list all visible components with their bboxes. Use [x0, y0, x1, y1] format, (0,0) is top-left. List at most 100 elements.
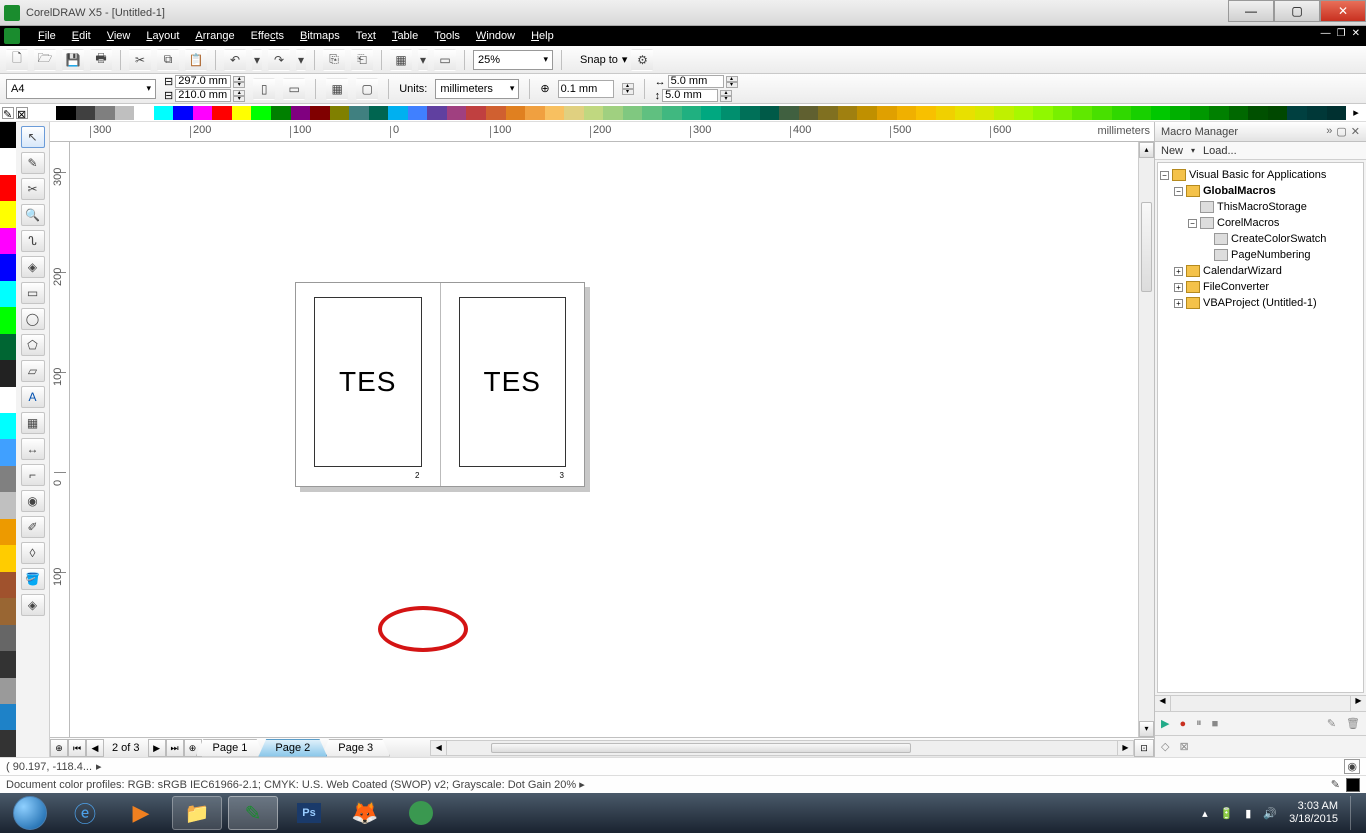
show-desktop-button[interactable] — [1350, 796, 1358, 830]
color-swatch[interactable] — [466, 106, 486, 120]
interactive-fill-tool[interactable]: ◈ — [21, 594, 45, 616]
connector-tool[interactable]: ⌐ — [21, 464, 45, 486]
menu-window[interactable]: Window — [468, 26, 523, 46]
redo-dropdown[interactable]: ▾ — [296, 49, 306, 71]
outline-tool[interactable]: ◊ — [21, 542, 45, 564]
doc-color-swatch[interactable] — [0, 466, 16, 492]
page-tab-2[interactable]: Page 2 — [258, 739, 327, 757]
color-swatch[interactable] — [760, 106, 780, 120]
tree-global-macros[interactable]: GlobalMacros — [1203, 183, 1276, 199]
color-swatch[interactable] — [1151, 106, 1171, 120]
start-button[interactable] — [6, 796, 54, 830]
last-page-button[interactable]: ⏭ — [166, 739, 184, 757]
ie-taskbar-icon[interactable]: ⓔ — [60, 796, 110, 830]
color-swatch[interactable] — [857, 106, 877, 120]
tree-vba-project[interactable]: VBAProject (Untitled-1) — [1203, 295, 1317, 311]
navigator-button[interactable]: ⊡ — [1134, 739, 1154, 757]
menu-file[interactable]: File — [30, 26, 64, 46]
cut-button[interactable]: ✂ — [129, 49, 151, 71]
color-swatch[interactable] — [1327, 106, 1347, 120]
paste-button[interactable]: 📋 — [185, 49, 207, 71]
page-tab-1[interactable]: Page 1 — [196, 739, 265, 757]
table-tool[interactable]: ▦ — [21, 412, 45, 434]
color-swatch[interactable] — [545, 106, 565, 120]
color-swatch[interactable] — [799, 106, 819, 120]
new-button[interactable]: 🗋 — [6, 49, 28, 71]
portrait-button[interactable]: ▯ — [253, 78, 275, 100]
color-swatch[interactable] — [173, 106, 193, 120]
scroll-right-icon[interactable]: ▶ — [1350, 696, 1366, 711]
zoom-combo[interactable]: 25%▾ — [473, 50, 553, 70]
zoom-tool[interactable]: 🔍 — [21, 204, 45, 226]
app-icon-small[interactable] — [4, 28, 20, 44]
menu-tools[interactable]: Tools — [426, 26, 468, 46]
macro-tree[interactable]: −Visual Basic for Applications −GlobalMa… — [1157, 162, 1364, 693]
color-swatch[interactable] — [1072, 106, 1092, 120]
color-swatch[interactable] — [330, 106, 350, 120]
doc-color-swatch[interactable] — [0, 387, 16, 413]
page-height-input[interactable]: 210.0 mm — [175, 89, 231, 102]
all-pages-button[interactable]: ▦ — [326, 78, 348, 100]
first-page-button[interactable]: ⏮ — [68, 739, 86, 757]
paper-size-combo[interactable]: A4▾ — [6, 79, 156, 99]
tray-expand-icon[interactable]: ▴ — [1202, 807, 1208, 820]
doc-color-swatch[interactable] — [0, 439, 16, 465]
expand-icon[interactable]: + — [1174, 299, 1183, 308]
minimize-button[interactable]: — — [1228, 0, 1274, 22]
color-swatch[interactable] — [369, 106, 389, 120]
scroll-left-icon[interactable]: ◀ — [1155, 696, 1171, 711]
doc-color-swatch[interactable] — [0, 678, 16, 704]
text-tool[interactable]: A — [21, 386, 45, 408]
color-swatch[interactable] — [408, 106, 428, 120]
doc-color-swatch[interactable] — [0, 307, 16, 333]
color-swatch[interactable] — [662, 106, 682, 120]
copy-button[interactable]: ⧉ — [157, 49, 179, 71]
color-swatch[interactable] — [232, 106, 252, 120]
doc-color-swatch[interactable] — [0, 625, 16, 651]
color-swatch[interactable] — [584, 106, 604, 120]
undo-button[interactable]: ↶ — [224, 49, 246, 71]
app-launcher-button[interactable]: ▦ — [390, 49, 412, 71]
color-swatch[interactable] — [779, 106, 799, 120]
print-button[interactable]: 🖶 — [90, 49, 112, 71]
coreldraw-taskbar-icon[interactable]: ✎ — [228, 796, 278, 830]
app-launcher-dropdown[interactable]: ▾ — [418, 49, 428, 71]
color-swatch[interactable] — [193, 106, 213, 120]
color-swatch[interactable] — [701, 106, 721, 120]
color-swatch[interactable] — [310, 106, 330, 120]
menu-view[interactable]: View — [99, 26, 139, 46]
doc-color-swatch[interactable] — [0, 651, 16, 677]
page-width-input[interactable]: 297.0 mm — [175, 75, 231, 88]
outline-pen-icon[interactable]: ✎ — [1331, 778, 1340, 791]
tree-file-converter[interactable]: FileConverter — [1203, 279, 1269, 295]
color-swatch[interactable] — [916, 106, 936, 120]
menu-bitmaps[interactable]: Bitmaps — [292, 26, 348, 46]
new-dropdown[interactable]: New — [1161, 145, 1183, 157]
color-swatch[interactable] — [1033, 106, 1053, 120]
doc-color-swatch[interactable] — [0, 122, 16, 148]
battery-icon[interactable]: 🔋 — [1220, 807, 1234, 820]
delete-icon[interactable]: 🗑 — [1346, 717, 1360, 730]
doc-color-swatch[interactable] — [0, 228, 16, 254]
color-swatch[interactable] — [740, 106, 760, 120]
snap-dropdown[interactable]: ▾ — [622, 53, 628, 66]
height-spinner[interactable]: ▴▾ — [233, 90, 245, 102]
dup-x-input[interactable]: 5.0 mm — [668, 75, 724, 88]
polygon-tool[interactable]: ⬠ — [21, 334, 45, 356]
color-swatch[interactable] — [76, 106, 96, 120]
tree-create-swatch[interactable]: CreateColorSwatch — [1231, 231, 1326, 247]
color-swatch[interactable] — [642, 106, 662, 120]
menu-layout[interactable]: Layout — [138, 26, 187, 46]
color-swatch[interactable] — [447, 106, 467, 120]
undo-dropdown[interactable]: ▾ — [252, 49, 262, 71]
expand-icon[interactable]: − — [1160, 171, 1169, 180]
next-page-button[interactable]: ▶ — [148, 739, 166, 757]
doc-color-swatch[interactable] — [0, 254, 16, 280]
doc-minimize-button[interactable]: — — [1321, 28, 1331, 39]
tree-root[interactable]: Visual Basic for Applications — [1189, 167, 1326, 183]
current-page-button[interactable]: ▢ — [356, 78, 378, 100]
color-swatch[interactable] — [95, 106, 115, 120]
scroll-down-button[interactable]: ▾ — [1139, 721, 1154, 737]
color-palette[interactable] — [56, 106, 1346, 120]
volume-icon[interactable]: 🔊 — [1263, 807, 1277, 820]
